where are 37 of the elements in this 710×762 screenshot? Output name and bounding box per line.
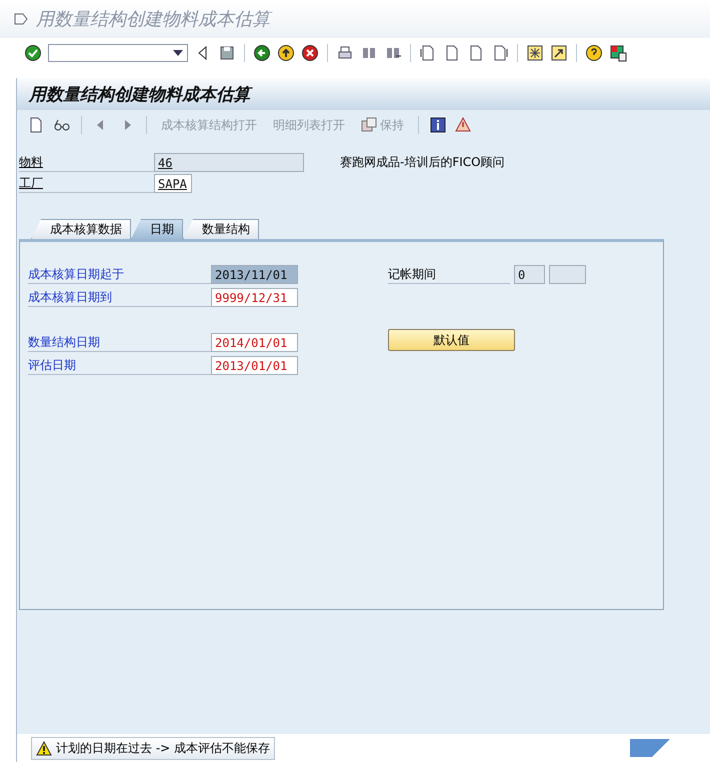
input-field[interactable]: SAPA bbox=[154, 174, 192, 193]
logo-icon bbox=[630, 739, 670, 757]
save-icon[interactable] bbox=[218, 44, 236, 62]
window-title: 用数量结构创建物料成本估算 bbox=[36, 7, 270, 31]
status-message[interactable]: 计划的日期在过去 -> 成本评估不能保存 bbox=[31, 736, 276, 760]
menu-icon[interactable] bbox=[14, 13, 28, 25]
date-field[interactable]: 2014/01/01 bbox=[211, 333, 298, 352]
tab[interactable]: 成本核算数据 bbox=[31, 219, 131, 239]
dropdown-caret-icon[interactable] bbox=[173, 50, 183, 56]
field-label: 成本核算日期起于 bbox=[28, 266, 211, 284]
info-icon[interactable] bbox=[429, 116, 447, 134]
screen-title: 用数量结构创建物料成本估算 bbox=[17, 78, 710, 110]
tab[interactable]: 数量结构 bbox=[183, 219, 259, 239]
command-field[interactable] bbox=[48, 44, 188, 62]
new-session-icon[interactable] bbox=[526, 44, 544, 62]
year-field[interactable] bbox=[549, 265, 586, 284]
period-field[interactable]: 0 bbox=[514, 265, 545, 284]
date-field[interactable]: 9999/12/31 bbox=[211, 288, 298, 307]
warning-icon[interactable] bbox=[455, 116, 473, 134]
field-label: 成本核算日期到 bbox=[28, 288, 211, 306]
field-label: 评估日期 bbox=[28, 356, 211, 374]
date-field[interactable]: 2013/11/01 bbox=[211, 265, 298, 284]
exit-icon[interactable] bbox=[277, 44, 295, 62]
field-label: 记帐期间 bbox=[388, 266, 510, 284]
warning-icon bbox=[36, 740, 52, 756]
layout-icon[interactable] bbox=[609, 44, 627, 62]
tab[interactable]: 日期 bbox=[131, 219, 183, 239]
material-description: 赛跑网成品-培训后的FICO顾问 bbox=[340, 154, 505, 171]
help-icon[interactable] bbox=[585, 44, 603, 62]
input-field[interactable]: 46 bbox=[154, 153, 304, 172]
date-field[interactable]: 2013/01/01 bbox=[211, 356, 298, 375]
cancel-icon[interactable] bbox=[301, 44, 319, 62]
back-icon[interactable] bbox=[253, 44, 271, 62]
shortcut-icon[interactable] bbox=[550, 44, 568, 62]
field-label: 数量结构日期 bbox=[28, 334, 211, 352]
enter-icon[interactable] bbox=[24, 44, 42, 62]
default-values-button[interactable]: 默认值 bbox=[388, 329, 515, 351]
